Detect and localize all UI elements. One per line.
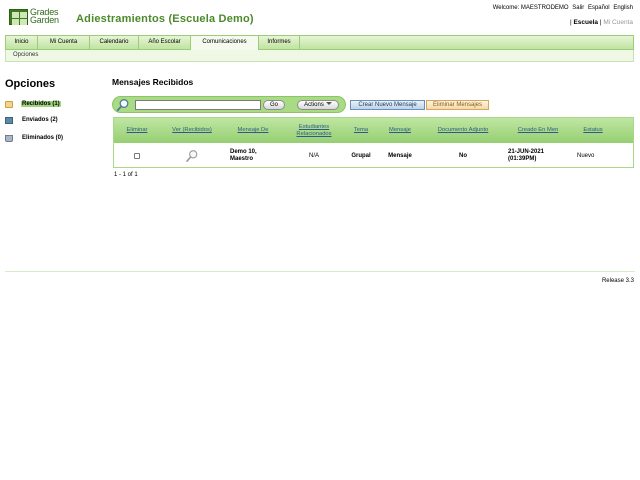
tab-calendario[interactable]: Calendario [90, 36, 139, 49]
search-icon [116, 99, 129, 112]
scope-switcher: | Escuela | Mi Cuenta [570, 19, 633, 26]
actions-label: Actions [304, 102, 324, 108]
welcome-text: Welcome: MAESTRODEMO [492, 5, 569, 11]
chevron-down-icon [325, 102, 332, 105]
cell-status: Nuevo [577, 152, 595, 159]
pagination-info: 1 - 1 of 1 [114, 172, 138, 178]
search-input[interactable] [135, 100, 261, 110]
cell-delete [114, 145, 160, 167]
scope-separator: | [569, 19, 572, 26]
app-title: Adiestramientos (Escuela Demo) [76, 13, 254, 25]
trash-icon [5, 135, 13, 142]
sidebar-item-enviados[interactable]: Enviados (2) [5, 116, 75, 126]
cell-created: 21-JUN-2021 (01:39PM) [508, 149, 545, 162]
col-eliminar[interactable]: Eliminar [114, 118, 160, 143]
sidebar-item-label: Recibidos (1) [21, 101, 61, 107]
col-mensaje[interactable]: Mensaje [376, 118, 424, 143]
col-mensaje-de[interactable]: Mensaje De [224, 118, 282, 143]
sidebar-title: Opciones [5, 78, 56, 90]
cell-view [160, 145, 224, 167]
scope-school-link[interactable]: Escuela [573, 19, 598, 26]
table-row: Demo 10, Maestro N/A Grupal Mensaje No 2… [114, 145, 633, 167]
cell-message: Mensaje [388, 152, 412, 159]
logo-text: Grades Garden [30, 8, 59, 25]
release-version: Release 3.3 [601, 278, 634, 284]
subnav-opciones[interactable]: Opciones [13, 52, 38, 58]
cell-attachment: No [459, 152, 467, 159]
tab-ano-escolar[interactable]: Año Escolar [139, 36, 191, 49]
footer-divider [5, 271, 635, 272]
col-creado[interactable]: Creado En Men [502, 118, 574, 143]
logout-link[interactable]: Salir [572, 5, 584, 11]
main-nav: Inicio Mi Cuenta Calendario Año Escolar … [5, 35, 634, 50]
actions-button[interactable]: Actions [297, 100, 339, 110]
sidebar-item-eliminados[interactable]: Eliminados (0) [5, 134, 75, 144]
cell-students: N/A [308, 152, 319, 159]
messages-table: Eliminar Ver (Recibidos) Mensaje De Estu… [113, 117, 634, 168]
folder-icon [5, 101, 13, 108]
sub-nav: Opciones [5, 50, 634, 62]
view-magnifier-icon[interactable] [185, 149, 199, 163]
go-button[interactable]: Go [263, 100, 285, 110]
tab-inicio[interactable]: Inicio [6, 36, 38, 49]
page-title: Mensajes Recibidos [112, 77, 194, 87]
new-message-button[interactable]: Crear Nuevo Mensaje [350, 100, 425, 110]
tab-comunicaciones[interactable]: Comunicaciones [191, 36, 259, 50]
grades-garden-logo: Grades Garden [9, 8, 65, 27]
tab-informes[interactable]: Informes [259, 36, 300, 49]
search-bar: Go Actions [112, 96, 346, 113]
lang-spanish-link[interactable]: Español [588, 5, 610, 11]
sent-icon [5, 117, 13, 124]
col-documento[interactable]: Documento Adjunto [424, 118, 502, 143]
logo-mark-icon [9, 9, 28, 25]
delete-messages-button[interactable]: Eliminar Mensajes [426, 100, 489, 110]
delete-checkbox[interactable] [134, 153, 140, 159]
col-tema[interactable]: Tema [346, 118, 376, 143]
welcome-bar: Welcome: MAESTRODEMO Salir Español Engli… [491, 5, 633, 11]
col-estudiantes[interactable]: Estudiantes Relacionados [282, 118, 346, 143]
table-header: Eliminar Ver (Recibidos) Mensaje De Estu… [114, 118, 633, 143]
logo-line-2: Garden [30, 15, 59, 25]
lang-english-link[interactable]: English [613, 5, 633, 11]
scope-separator-2: | [599, 19, 602, 26]
cell-from: Demo 10, Maestro [230, 149, 257, 162]
sidebar-item-label: Enviados (2) [22, 117, 58, 123]
cell-topic: Grupal [351, 152, 371, 159]
col-estatus[interactable]: Estatus [574, 118, 612, 143]
col-ver[interactable]: Ver (Recibidos) [160, 118, 224, 143]
sidebar-item-recibidos[interactable]: Recibidos (1) [5, 100, 75, 110]
scope-my-account-link[interactable]: Mi Cuenta [603, 19, 633, 26]
sidebar-item-label: Eliminados (0) [22, 135, 64, 141]
tab-mi-cuenta[interactable]: Mi Cuenta [38, 36, 90, 49]
